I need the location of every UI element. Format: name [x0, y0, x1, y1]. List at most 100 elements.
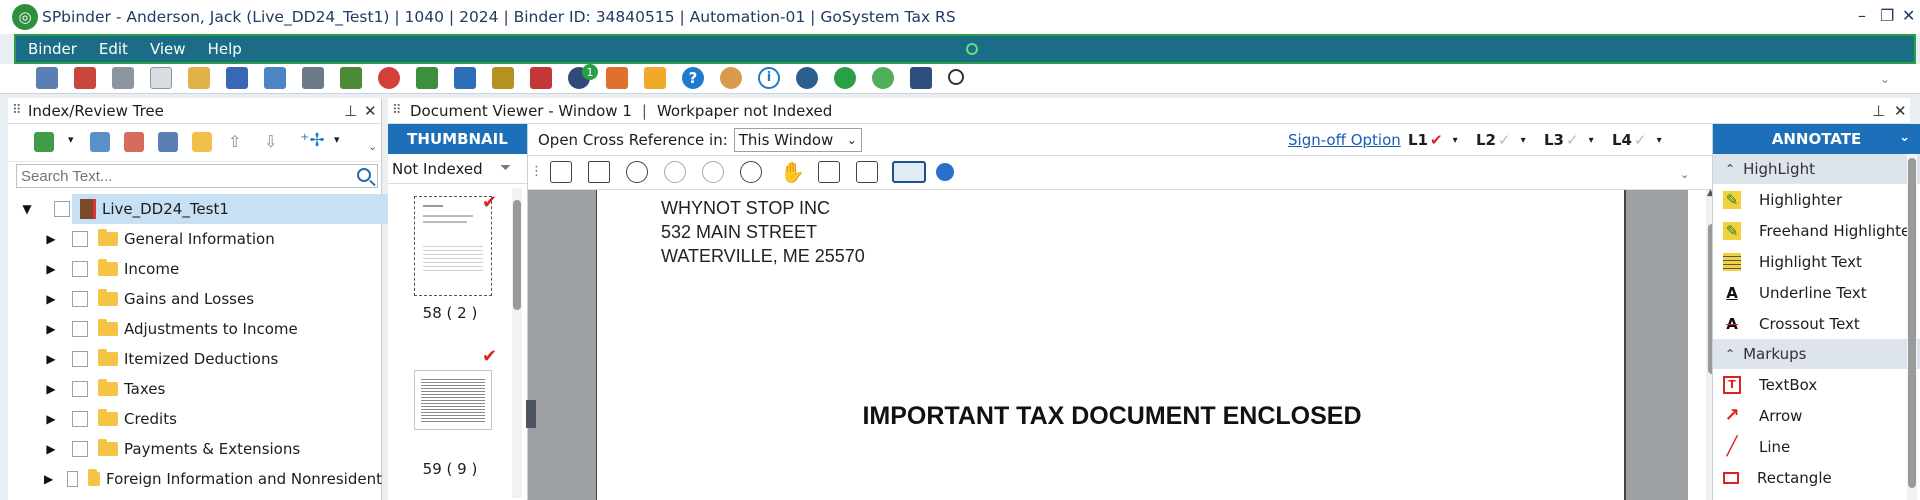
form-icon[interactable]	[856, 161, 878, 183]
collapse-left-handle[interactable]	[526, 400, 536, 428]
add-dropdown-icon[interactable]: ▾	[68, 133, 74, 146]
tei-icon[interactable]	[416, 67, 438, 89]
remove-doc-icon[interactable]	[124, 132, 144, 152]
filter-value[interactable]: Not Indexed	[392, 160, 483, 178]
tool-freehand-highlighter[interactable]: ✎ Freehand Highlighter	[1713, 215, 1920, 246]
tool-rectangle[interactable]: Rectangle	[1713, 462, 1920, 493]
minimize-icon[interactable]: –	[1858, 6, 1866, 25]
layout-grid-icon[interactable]	[910, 67, 932, 89]
thumbnail-page[interactable]	[414, 196, 492, 296]
menu-binder[interactable]: Binder	[26, 40, 79, 58]
menu-edit[interactable]: Edit	[97, 40, 130, 58]
tree-item[interactable]: ▶ Gains and Losses	[8, 284, 382, 314]
section-highlight[interactable]: ⌃ HighLight	[1713, 154, 1920, 184]
drag-grip-icon[interactable]: ⋮	[530, 164, 543, 179]
item-checkbox[interactable]	[72, 291, 88, 307]
item-checkbox[interactable]	[72, 231, 88, 247]
copy-document-icon[interactable]	[188, 67, 210, 89]
scan-icon[interactable]	[226, 67, 248, 89]
root-checkbox[interactable]	[54, 201, 70, 217]
rotate-icon[interactable]	[740, 161, 762, 183]
viewer-toolbar-overflow-icon[interactable]: ⌄	[1680, 168, 1689, 181]
tool-textbox[interactable]: T TextBox	[1713, 369, 1920, 400]
expand-arrow-icon[interactable]: ▶	[44, 382, 58, 396]
tree-view-icon[interactable]	[90, 132, 110, 152]
add-node-icon[interactable]	[34, 132, 54, 152]
pin-icon[interactable]: ⊥	[1872, 102, 1885, 120]
folder-toolbar-icon[interactable]	[192, 132, 212, 152]
info-gear-icon[interactable]	[936, 163, 954, 181]
actual-size-icon[interactable]	[626, 161, 648, 183]
search-icon[interactable]	[357, 168, 371, 182]
tool-line[interactable]: ╱ Line	[1713, 431, 1920, 462]
computer-icon[interactable]	[264, 67, 286, 89]
user-icon[interactable]	[720, 67, 742, 89]
item-checkbox[interactable]	[72, 411, 88, 427]
expand-arrow-icon[interactable]: ▶	[44, 442, 58, 456]
calendar-icon[interactable]	[530, 67, 552, 89]
thumb-scrollbar[interactable]	[512, 188, 522, 498]
tool-arrow[interactable]: ↗ Arrow	[1713, 400, 1920, 431]
tree-item[interactable]: ▶ Adjustments to Income	[8, 314, 382, 344]
chevron-down-icon[interactable]: ⌄	[1899, 130, 1910, 145]
tool-highlight-text[interactable]: Highlight Text	[1713, 246, 1920, 277]
drag-grip-icon[interactable]: ⠿	[12, 103, 24, 118]
level-dropdown-icon[interactable]: ▾	[1589, 135, 1594, 146]
tree-overflow-icon[interactable]: ⌄	[368, 140, 377, 153]
move-up-icon[interactable]: ⇧	[228, 132, 241, 151]
swap-icon[interactable]	[606, 67, 628, 89]
search-input[interactable]	[17, 165, 347, 187]
refresh-icon[interactable]	[872, 67, 894, 89]
item-checkbox[interactable]	[72, 381, 88, 397]
level-dropdown-icon[interactable]: ▾	[1453, 135, 1458, 146]
menu-view[interactable]: View	[148, 40, 188, 58]
signoff-level-4[interactable]: L4 ✓ ▾	[1612, 131, 1662, 149]
close-window-icon[interactable]: ✕	[1902, 6, 1915, 25]
move-down-icon[interactable]: ⇩	[264, 132, 277, 151]
menu-help[interactable]: Help	[206, 40, 244, 58]
tree-item[interactable]: ▶ Foreign Information and Nonresident	[8, 464, 382, 494]
item-checkbox[interactable]	[72, 441, 88, 457]
signoff-level-1[interactable]: L1 ✔ ▾	[1408, 131, 1458, 149]
rotate-right-icon[interactable]	[702, 161, 724, 183]
fit-page-icon[interactable]	[550, 161, 572, 183]
filter-icon[interactable]: ⏷	[500, 160, 511, 176]
user-stamp-icon[interactable]	[340, 67, 362, 89]
item-checkbox[interactable]	[72, 321, 88, 337]
tk-icon[interactable]	[492, 67, 514, 89]
expand-arrow-icon[interactable]: ▶	[44, 292, 58, 306]
item-checkbox[interactable]	[72, 261, 88, 277]
expand-arrow-icon[interactable]: ▶	[44, 262, 58, 276]
signoff-level-2[interactable]: L2 ✓ ▾	[1476, 131, 1526, 149]
expand-arrow-icon[interactable]: ▶	[44, 352, 58, 366]
lock-icon[interactable]	[644, 67, 666, 89]
tab-thumbnail[interactable]: THUMBNAIL	[388, 124, 527, 154]
tree-item[interactable]: ▶ Credits	[8, 404, 382, 434]
level-dropdown-icon[interactable]: ▾	[1657, 135, 1662, 146]
expand-arrow-icon[interactable]: ▶	[44, 472, 53, 486]
info-icon[interactable]: i	[758, 67, 780, 89]
signoff-option-link[interactable]: Sign-off Option	[1288, 131, 1401, 149]
close-panel-icon[interactable]: ✕	[364, 102, 377, 120]
tool-crossout-text[interactable]: A Crossout Text	[1713, 308, 1920, 339]
xref-select[interactable]: This Window ⌄	[733, 127, 862, 152]
collapse-arrow-icon[interactable]: ▼	[20, 202, 34, 216]
save-icon[interactable]	[36, 67, 58, 89]
expand-icon[interactable]: ⁺✢	[300, 130, 325, 151]
tool-highlighter[interactable]: ✎ Highlighter	[1713, 184, 1920, 215]
tree-item[interactable]: ▶ Payments & Extensions	[8, 434, 382, 464]
fit-width-icon[interactable]	[588, 161, 610, 183]
settings-users-icon[interactable]	[796, 67, 818, 89]
text-select-icon[interactable]	[818, 161, 840, 183]
expand-arrow-icon[interactable]: ▶	[44, 322, 58, 336]
transfer-icon[interactable]	[302, 67, 324, 89]
tree-item[interactable]: ▶ Income	[8, 254, 382, 284]
help-icon[interactable]: ?	[682, 67, 704, 89]
expand-dropdown-icon[interactable]: ▾	[334, 133, 340, 146]
item-checkbox[interactable]	[72, 351, 88, 367]
hand-pan-icon[interactable]: ✋	[780, 160, 805, 184]
tax-icon[interactable]	[454, 67, 476, 89]
thumbnail-page[interactable]	[414, 370, 492, 430]
tree-item[interactable]: ▶ Taxes	[8, 374, 382, 404]
no-entry-icon[interactable]	[378, 67, 400, 89]
